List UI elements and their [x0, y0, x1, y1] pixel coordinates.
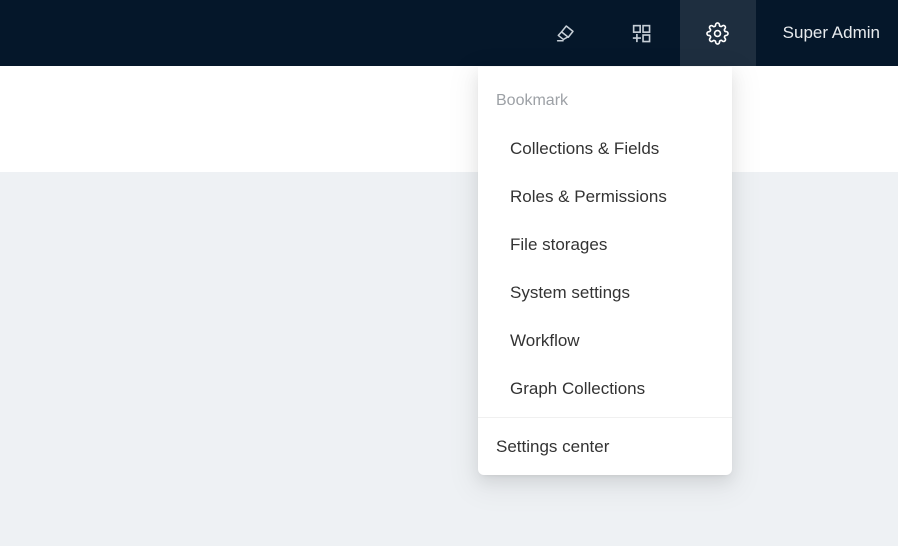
user-name: Super Admin: [783, 23, 880, 43]
menu-group-label-bookmark: Bookmark: [478, 79, 732, 123]
menu-item-workflow[interactable]: Workflow: [478, 317, 732, 365]
menu-item-settings-center[interactable]: Settings center: [478, 418, 732, 475]
settings-dropdown-menu: Bookmark Collections & Fields Roles & Pe…: [478, 67, 732, 475]
page-header-band: [0, 66, 898, 172]
menu-item-roles-permissions[interactable]: Roles & Permissions: [478, 173, 732, 221]
gear-icon: [706, 22, 729, 45]
settings-button[interactable]: [680, 0, 756, 66]
plugin-manager-icon: [630, 22, 653, 45]
plugin-manager-button[interactable]: [604, 0, 680, 66]
highlighter-icon: [554, 22, 577, 45]
top-navbar: Super Admin: [0, 0, 898, 66]
menu-item-system-settings[interactable]: System settings: [478, 269, 732, 317]
user-menu[interactable]: Super Admin: [756, 0, 898, 66]
app-window: Super Admin Bookmark Collections & Field…: [0, 0, 898, 546]
menu-item-graph-collections[interactable]: Graph Collections: [478, 365, 732, 413]
ui-editor-button[interactable]: [528, 0, 604, 66]
menu-item-file-storages[interactable]: File storages: [478, 221, 732, 269]
menu-item-collections-fields[interactable]: Collections & Fields: [478, 125, 732, 173]
